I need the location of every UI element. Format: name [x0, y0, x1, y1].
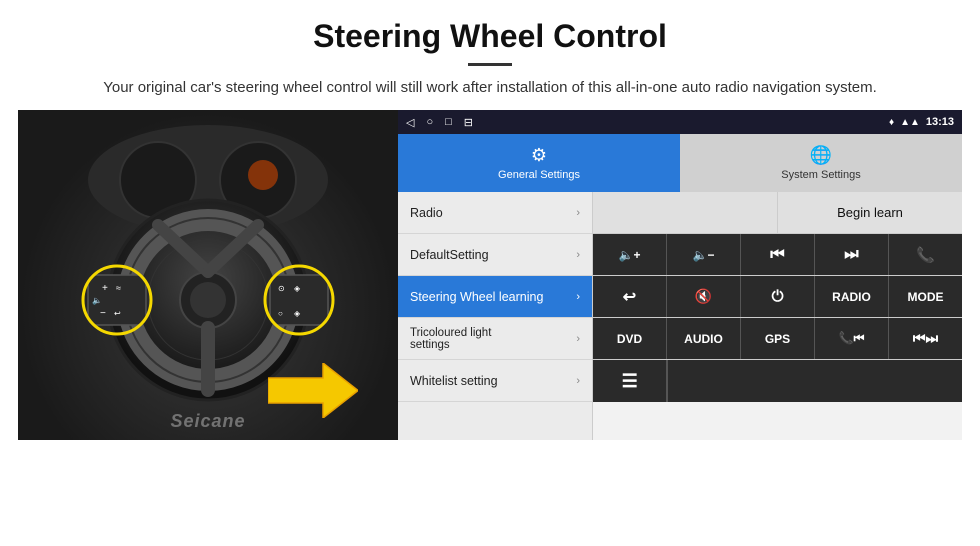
ctrl-tel-prev[interactable]: 📞⏮: [815, 318, 889, 359]
nav-recent-icon[interactable]: □: [445, 116, 452, 128]
tab-system-settings[interactable]: 🌐 System Settings: [680, 134, 962, 192]
power-icon: ⏻: [772, 288, 784, 305]
status-time: 13:13: [926, 116, 954, 128]
radio-label: RADIO: [832, 290, 871, 304]
status-bar-info: ♦ ▲▲ 13:13: [889, 116, 954, 128]
nav-home-icon[interactable]: ○: [426, 116, 433, 128]
ctrl-vol-down[interactable]: 🔈−: [667, 234, 741, 275]
left-menu: Radio › DefaultSetting › Steering Wheel …: [398, 192, 593, 440]
tab-bar: ⚙ General Settings 🌐 System Settings: [398, 134, 962, 192]
location-icon: ♦: [889, 117, 894, 128]
menu-item-whitelist-label: Whitelist setting: [410, 374, 498, 388]
page-header: Steering Wheel Control Your original car…: [0, 0, 980, 110]
ctrl-radio[interactable]: RADIO: [815, 276, 889, 317]
wifi-icon: ▲▲: [900, 117, 920, 128]
menu-item-steering-label: Steering Wheel learning: [410, 290, 543, 304]
menu-chevron-whitelist: ›: [576, 375, 580, 387]
page-wrapper: Steering Wheel Control Your original car…: [0, 0, 980, 440]
vol-down-icon: 🔈−: [693, 248, 715, 262]
nav-back-icon[interactable]: ◁: [406, 116, 414, 129]
svg-text:◈: ◈: [294, 309, 301, 318]
menu-item-default-label: DefaultSetting: [410, 248, 489, 262]
ctrl-menu[interactable]: ☰: [593, 360, 667, 402]
prev-track-icon: ⏮: [770, 246, 784, 264]
svg-text:○: ○: [278, 309, 283, 318]
menu-chevron-radio: ›: [576, 207, 580, 219]
ctrl-row-1: 🔈+ 🔈− ⏮ ⏭ 📞: [593, 234, 962, 276]
return-icon: ↩: [623, 287, 636, 307]
ctrl-audio[interactable]: AUDIO: [667, 318, 741, 359]
menu-item-tricoloured-label: Tricoloured lightsettings: [410, 327, 491, 351]
main-content: + 🔈 − ≈ ↩ ⊙ ◈ ○ ◈: [18, 110, 962, 440]
menu-chevron-steering: ›: [576, 291, 580, 303]
vol-up-icon: 🔈+: [619, 248, 641, 262]
menu-chevron-tricoloured: ›: [576, 333, 580, 345]
menu-item-radio-label: Radio: [410, 206, 443, 220]
prev-next-icon: ⏮⏭: [913, 330, 938, 347]
page-title: Steering Wheel Control: [40, 18, 940, 55]
svg-text:🔈: 🔈: [92, 296, 102, 305]
ctrl-power[interactable]: ⏻: [741, 276, 815, 317]
ctrl-row-3: DVD AUDIO GPS 📞⏮: [593, 318, 962, 360]
svg-text:↩: ↩: [114, 309, 121, 318]
arrow-indicator: [268, 363, 358, 418]
menu-chevron-default: ›: [576, 249, 580, 261]
ctrl-gps[interactable]: GPS: [741, 318, 815, 359]
car-image-area: + 🔈 − ≈ ↩ ⊙ ◈ ○ ◈: [18, 110, 398, 440]
steering-wheel-background: + 🔈 − ≈ ↩ ⊙ ◈ ○ ◈: [18, 110, 398, 440]
svg-text:≈: ≈: [116, 283, 121, 293]
next-track-icon: ⏭: [844, 246, 858, 264]
ctrl-row-2: ↩ 🔇 ⏻ RADIO MOD: [593, 276, 962, 318]
ctrl-mode[interactable]: MODE: [889, 276, 962, 317]
menu-item-default-setting[interactable]: DefaultSetting ›: [398, 234, 592, 276]
menu-item-whitelist[interactable]: Whitelist setting ›: [398, 360, 592, 402]
panel-top-row: Begin learn: [593, 192, 962, 234]
ctrl-phone[interactable]: 📞: [889, 234, 962, 275]
tab-general-label: General Settings: [498, 169, 580, 181]
menu-panel-area: Radio › DefaultSetting › Steering Wheel …: [398, 192, 962, 440]
general-settings-icon: ⚙: [531, 145, 547, 166]
audio-label: AUDIO: [684, 332, 723, 346]
svg-text:−: −: [100, 308, 106, 319]
tel-prev-icon: 📞⏮: [839, 331, 865, 346]
ctrl-dvd[interactable]: DVD: [593, 318, 667, 359]
mute-icon: 🔇: [695, 288, 712, 305]
title-divider: [468, 63, 512, 66]
svg-text:◈: ◈: [294, 284, 301, 293]
dvd-label: DVD: [617, 332, 642, 346]
right-panel: Begin learn 🔈+ 🔈−: [593, 192, 962, 440]
panel-blank-area: [593, 192, 778, 233]
nav-menu-icon[interactable]: ⊟: [464, 116, 473, 129]
menu-item-radio[interactable]: Radio ›: [398, 192, 592, 234]
ctrl-return[interactable]: ↩: [593, 276, 667, 317]
android-screen: ◁ ○ □ ⊟ ♦ ▲▲ 13:13 ⚙ General Settings: [398, 110, 962, 440]
controls-grid: 🔈+ 🔈− ⏮ ⏭ 📞: [593, 234, 962, 440]
status-bar: ◁ ○ □ ⊟ ♦ ▲▲ 13:13: [398, 110, 962, 134]
ctrl-prev-track[interactable]: ⏮: [741, 234, 815, 275]
ctrl-next-track[interactable]: ⏭: [815, 234, 889, 275]
menu-item-steering-wheel[interactable]: Steering Wheel learning ›: [398, 276, 592, 318]
begin-learn-button[interactable]: Begin learn: [778, 192, 962, 233]
tab-system-label: System Settings: [781, 169, 860, 181]
menu-icon: ☰: [622, 371, 638, 392]
menu-item-tricoloured[interactable]: Tricoloured lightsettings ›: [398, 318, 592, 360]
page-subtitle: Your original car's steering wheel contr…: [100, 76, 880, 100]
phone-icon: 📞: [916, 246, 935, 264]
ctrl-prev-next[interactable]: ⏮⏭: [889, 318, 962, 359]
mode-label: MODE: [908, 290, 944, 304]
gps-label: GPS: [765, 332, 790, 346]
svg-text:+: +: [102, 283, 108, 294]
ctrl-row-4: ☰: [593, 360, 962, 402]
system-settings-icon: 🌐: [810, 145, 832, 166]
ctrl-mute[interactable]: 🔇: [667, 276, 741, 317]
watermark: Seicane: [170, 411, 245, 432]
ctrl-vol-up[interactable]: 🔈+: [593, 234, 667, 275]
tab-general-settings[interactable]: ⚙ General Settings: [398, 134, 680, 192]
status-bar-nav: ◁ ○ □ ⊟: [406, 116, 473, 129]
svg-text:⊙: ⊙: [278, 284, 285, 293]
